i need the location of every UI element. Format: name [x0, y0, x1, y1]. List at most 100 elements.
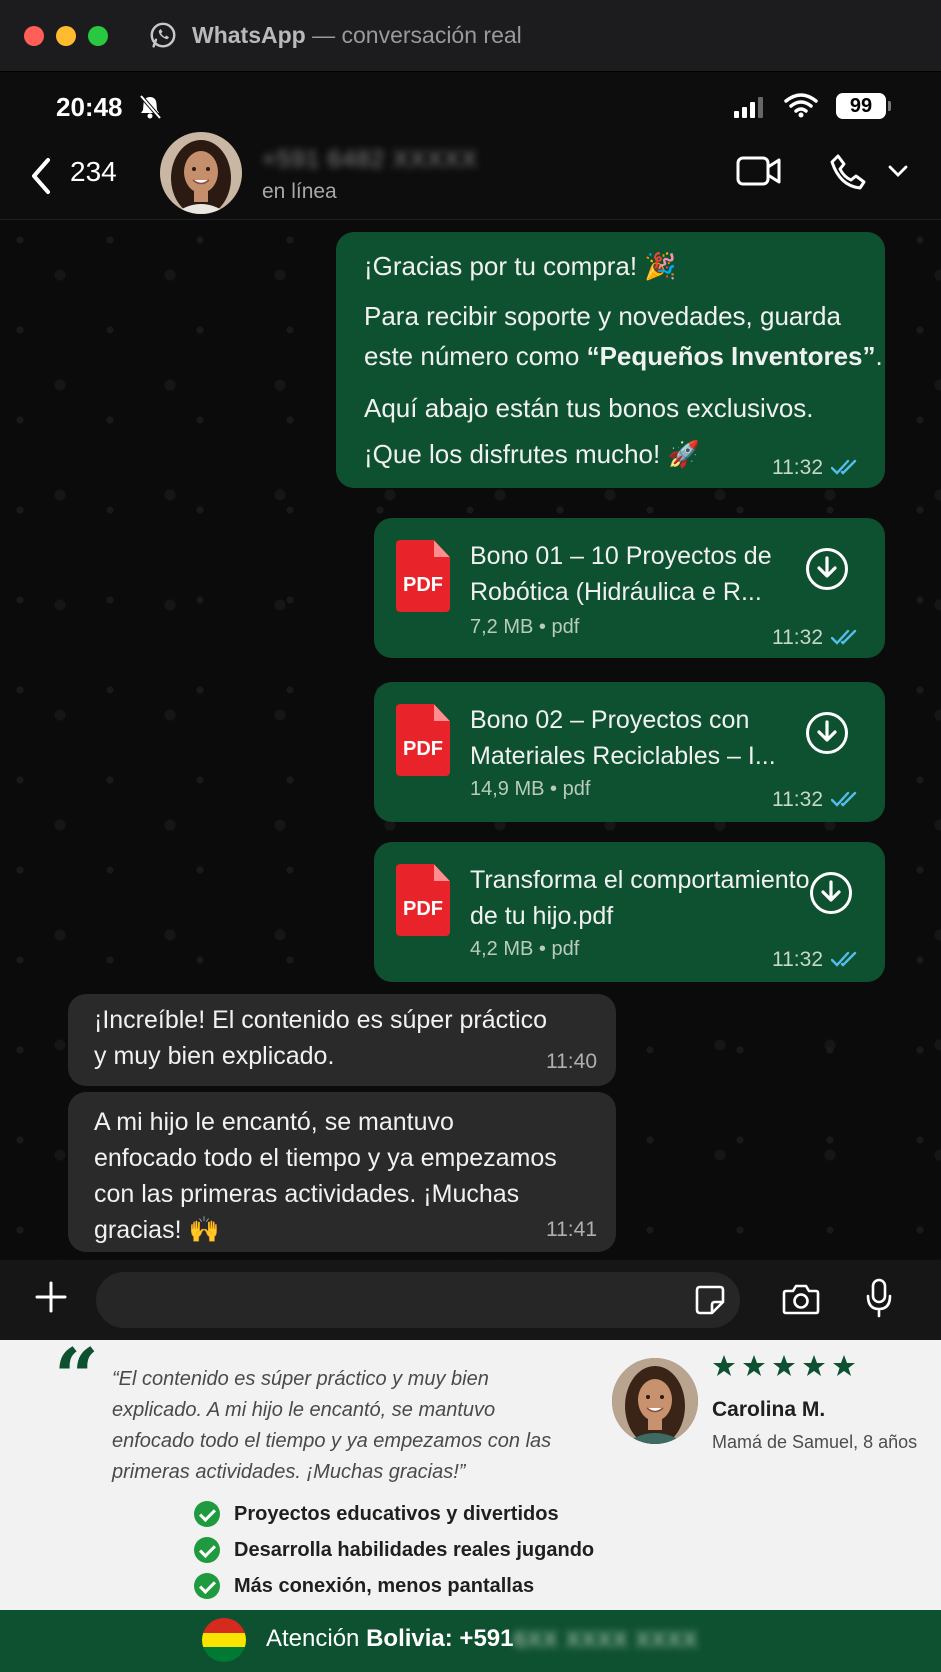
- document-title-line: Robótica (Hidráulica e R...: [470, 578, 762, 606]
- message-time: 11:32: [772, 948, 823, 971]
- check-icon: [194, 1537, 220, 1563]
- video-call-icon[interactable]: [736, 154, 782, 188]
- document-message[interactable]: PDF Bono 02 – Proyectos con Materiales R…: [374, 682, 885, 822]
- message-meta: 11:32: [772, 456, 861, 480]
- document-info: 14,9 MB • pdf: [470, 778, 591, 800]
- star-icon: [803, 1355, 825, 1376]
- benefit-label: Más conexión, menos pantallas: [234, 1574, 535, 1597]
- message-text: .: [875, 341, 883, 371]
- pdf-icon-label: PDF: [403, 898, 443, 920]
- document-message[interactable]: PDF Bono 01 – 10 Proyectos de Robótica (…: [374, 518, 885, 658]
- outgoing-message[interactable]: ¡Gracias por tu compra! 🎉 Para recibir s…: [336, 232, 885, 488]
- incoming-message[interactable]: ¡Increíble! El contenido es súper prácti…: [68, 994, 616, 1086]
- document-title-line: Materiales Reciclables – I...: [470, 742, 776, 770]
- star-icon: [713, 1355, 735, 1376]
- microphone-icon[interactable]: [866, 1278, 892, 1318]
- download-icon[interactable]: [806, 548, 848, 590]
- document-title-line: Transforma el comportamiento: [470, 866, 810, 894]
- cellular-signal-icon: [734, 96, 763, 118]
- maximize-window-button[interactable]: [88, 25, 108, 46]
- message-meta: 11:32: [772, 626, 861, 650]
- reviewer-name: Carolina M.: [712, 1398, 826, 1421]
- contact-avatar[interactable]: [160, 132, 242, 214]
- sticker-icon[interactable]: [694, 1284, 726, 1316]
- window-subtitle: — conversación real: [312, 22, 522, 48]
- pdf-file-icon: PDF: [396, 540, 450, 612]
- minimize-window-button[interactable]: [56, 25, 76, 46]
- message-line: enfocado todo el tiempo y ya empezamos: [94, 1144, 557, 1172]
- support-phone-number[interactable]: 6XX XXXX XXXX: [514, 1627, 698, 1653]
- benefit-label: Proyectos educativos y divertidos: [234, 1502, 559, 1525]
- read-ticks-icon: [831, 951, 857, 967]
- star-icon: [833, 1355, 855, 1376]
- camera-icon[interactable]: [782, 1282, 820, 1316]
- chevron-down-icon[interactable]: [888, 164, 908, 178]
- incoming-message[interactable]: A mi hijo le encantó, se mantuvo enfocad…: [68, 1092, 616, 1252]
- reviewer-avatar: [612, 1358, 698, 1444]
- back-chevron-icon[interactable]: [28, 156, 56, 196]
- read-ticks-icon: [831, 629, 857, 645]
- status-time: 20:48: [56, 92, 123, 122]
- message-line: gracias! 🙌: [94, 1216, 220, 1244]
- star-icon: [773, 1355, 795, 1376]
- message-time: 11:40: [546, 1050, 597, 1073]
- check-icon: [194, 1501, 220, 1527]
- pdf-file-icon: PDF: [396, 704, 450, 776]
- support-country-code: Bolivia: +591: [366, 1625, 514, 1652]
- contact-name[interactable]: +591 6482 XXXXX: [262, 146, 478, 174]
- pdf-icon-label: PDF: [403, 738, 443, 760]
- download-icon[interactable]: [810, 872, 852, 914]
- plus-icon[interactable]: [34, 1280, 68, 1314]
- chat-messages-area[interactable]: ¡Gracias por tu compra! 🎉 Para recibir s…: [0, 220, 941, 1260]
- bell-muted-icon: [139, 94, 162, 120]
- window-titlebar: WhatsApp — conversación real: [0, 0, 941, 72]
- app-name: WhatsApp: [192, 22, 306, 48]
- message-time: 11:32: [772, 788, 823, 811]
- window-title: WhatsApp — conversación real: [192, 22, 522, 49]
- document-title-line: de tu hijo.pdf: [470, 902, 614, 930]
- testimonial-quote: “El contenido es súper práctico y muy bi…: [112, 1368, 552, 1483]
- message-composer: [0, 1260, 941, 1340]
- benefits-list: Proyectos educativos y divertidos Desarr…: [194, 1496, 594, 1604]
- message-line: Aquí abajo están tus bonos exclusivos.: [364, 393, 814, 423]
- chat-header: 234 +591 6482 XXXXX en línea: [0, 132, 941, 220]
- reviewer-role: Mamá de Samuel, 8 años: [712, 1432, 918, 1452]
- read-ticks-icon: [831, 459, 857, 475]
- message-line: ¡Gracias por tu compra! 🎉: [364, 251, 677, 281]
- document-info: 4,2 MB • pdf: [470, 938, 580, 960]
- pdf-file-icon: PDF: [396, 864, 450, 936]
- message-line: ¡Que los disfrutes mucho! 🚀: [364, 439, 700, 469]
- message-line: ¡Increíble! El contenido es súper prácti…: [94, 1006, 548, 1034]
- check-icon: [194, 1573, 220, 1599]
- message-input[interactable]: [96, 1272, 740, 1328]
- message-line: este número como “Pequeños Inventores”.: [364, 336, 883, 376]
- window-controls: [24, 25, 108, 46]
- battery-indicator: 99: [836, 93, 891, 119]
- star-icon: [743, 1355, 765, 1376]
- document-info: 7,2 MB • pdf: [470, 616, 580, 638]
- close-window-button[interactable]: [24, 25, 44, 46]
- whatsapp-logo-icon: [150, 22, 176, 48]
- benefit-item: Desarrolla habilidades reales jugando: [194, 1532, 594, 1568]
- support-label-prefix: Atención: [266, 1625, 367, 1652]
- contact-footer: Atención Bolivia: +591 6XX XXXX XXXX: [0, 1610, 941, 1672]
- contact-status: en línea: [262, 180, 337, 203]
- read-ticks-icon: [831, 791, 857, 807]
- unread-count[interactable]: 234: [70, 156, 117, 188]
- message-meta: 11:32: [772, 788, 861, 812]
- saved-contact-name: “Pequeños Inventores”: [586, 341, 876, 371]
- rating-stars: [712, 1354, 856, 1378]
- download-icon[interactable]: [806, 712, 848, 754]
- message-time: 11:41: [546, 1218, 597, 1241]
- message-time: 11:32: [772, 456, 823, 479]
- phone-call-icon[interactable]: [828, 152, 868, 192]
- wifi-icon: [784, 93, 818, 118]
- benefit-item: Proyectos educativos y divertidos: [194, 1496, 594, 1532]
- document-message[interactable]: PDF Transforma el comportamiento de tu h…: [374, 842, 885, 982]
- message-time: 11:32: [772, 626, 823, 649]
- quote-mark-icon: “: [54, 1332, 99, 1423]
- message-text: este número como: [364, 341, 587, 371]
- document-title-line: Bono 01 – 10 Proyectos de: [470, 542, 772, 570]
- testimonial-card: “ “El contenido es súper práctico y muy …: [0, 1332, 941, 1610]
- status-bar: 20:48 99: [0, 72, 941, 142]
